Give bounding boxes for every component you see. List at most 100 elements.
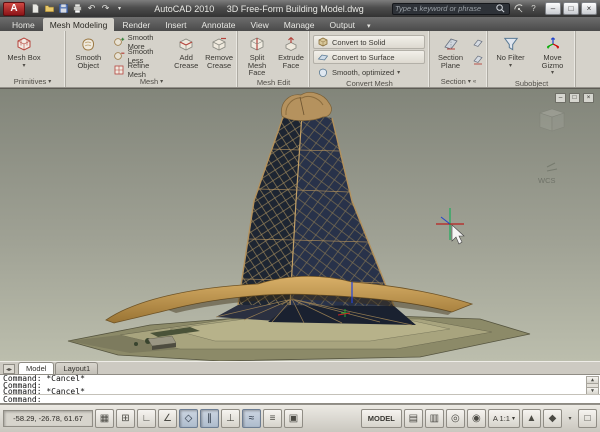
command-scrollbar[interactable]: ▲ ▼ <box>586 376 599 395</box>
convert-to-solid-button[interactable]: Convert to Solid <box>313 35 425 49</box>
new-file-icon[interactable] <box>29 2 42 15</box>
smooth-optimized-dropdown[interactable]: Smooth, optimized ▾ <box>313 65 425 79</box>
wcs-indicator[interactable]: WCS <box>538 163 557 185</box>
remove-crease-button[interactable]: Remove Crease <box>203 33 235 70</box>
tab-annotate[interactable]: Annotate <box>194 18 242 31</box>
search-input[interactable] <box>395 4 494 13</box>
convert-to-surface-button[interactable]: Convert to Surface <box>313 50 425 64</box>
drawing-close-button[interactable]: × <box>583 93 594 103</box>
panel-collapse-icon[interactable]: « <box>473 79 476 85</box>
tab-mesh-modeling[interactable]: Mesh Modeling <box>43 18 115 31</box>
tab-render[interactable]: Render <box>115 18 157 31</box>
smooth-optimized-label: Smooth, optimized <box>332 68 394 77</box>
convert-to-solid-label: Convert to Solid <box>332 38 385 47</box>
mouse-pointer <box>452 225 464 244</box>
ortho-toggle[interactable]: ∟ <box>137 409 156 428</box>
lwt-toggle[interactable]: ≡ <box>263 409 282 428</box>
panel-title-mesh-edit[interactable]: Mesh Edit <box>238 78 309 88</box>
panel-title-subobject[interactable]: Subobject <box>488 79 575 88</box>
help-icon[interactable]: ? <box>527 2 540 15</box>
otrack-toggle[interactable]: ∥ <box>200 409 219 428</box>
snap-toggle[interactable]: ▦ <box>95 409 114 428</box>
mesh-box-label: Mesh Box <box>7 54 40 62</box>
tab-output[interactable]: Output <box>323 18 363 31</box>
convert-to-surface-label: Convert to Surface <box>332 53 395 62</box>
application-menu-button[interactable]: A <box>3 2 25 16</box>
plot-icon[interactable] <box>71 2 84 15</box>
scroll-up-icon[interactable]: ▲ <box>587 377 598 384</box>
command-window[interactable]: Command: *Cancel* Command: Command: *Can… <box>0 374 600 404</box>
close-button[interactable]: × <box>581 2 597 15</box>
panel-title-convert-mesh[interactable]: Convert Mesh <box>310 79 429 88</box>
status-bar: -58.29, -26.78, 61.67 ▦ ⊞ ∟ ∠ ◇ ∥ ⊥ ≈ ≡ … <box>0 404 600 432</box>
tab-insert[interactable]: Insert <box>158 18 193 31</box>
qat-dropdown-icon[interactable]: ▾ <box>113 2 126 15</box>
section-plane-label: Section Plane <box>434 54 467 69</box>
scroll-down-icon[interactable]: ▼ <box>587 387 598 394</box>
split-mesh-face-icon <box>248 35 266 53</box>
drawing-viewport[interactable]: WCS – □ × <box>0 88 600 361</box>
live-section-icon[interactable] <box>470 35 485 50</box>
drawing-minimize-button[interactable]: – <box>555 93 566 103</box>
search-icon[interactable] <box>494 2 507 15</box>
drawing-window-controls: – □ × <box>555 93 594 103</box>
redo-icon[interactable]: ↷ <box>99 2 112 15</box>
drawing-restore-button[interactable]: □ <box>569 93 580 103</box>
status-menu-icon[interactable]: ▾ <box>564 409 576 428</box>
tab-home[interactable]: Home <box>5 18 42 31</box>
grid-toggle[interactable]: ⊞ <box>116 409 135 428</box>
open-file-icon[interactable] <box>43 2 56 15</box>
steering-wheel-button[interactable]: ◎ <box>446 409 465 428</box>
annotation-scale-button[interactable]: A 1:1 ▾ <box>488 409 520 428</box>
clean-screen-button[interactable]: □ <box>578 409 597 428</box>
command-history: Command: *Cancel* Command: Command: *Can… <box>3 375 584 395</box>
panel-title-primitives[interactable]: Primitives ▾ <box>0 76 65 87</box>
subscription-center-icon[interactable] <box>512 2 525 15</box>
tab-model[interactable]: Model <box>18 362 54 374</box>
tab-layout1[interactable]: Layout1 <box>55 362 98 374</box>
annotation-visibility-button[interactable]: ▲ <box>522 409 541 428</box>
view-cube[interactable] <box>540 109 564 131</box>
annotation-scale-label: A 1:1 <box>493 414 510 423</box>
osnap-toggle[interactable]: ◇ <box>179 409 198 428</box>
panel-title-section[interactable]: Section ▾ « <box>430 76 487 87</box>
model-space-button[interactable]: MODEL <box>361 409 402 428</box>
dropdown-arrow-icon: ▾ <box>512 415 515 422</box>
tab-manage[interactable]: Manage <box>277 18 322 31</box>
dropdown-arrow-icon: ▾ <box>509 63 512 71</box>
maximize-button[interactable]: □ <box>563 2 579 15</box>
infocenter-search <box>392 3 510 15</box>
ribbon-tab-bar: Home Mesh Modeling Render Insert Annotat… <box>0 17 600 31</box>
generate-section-icon[interactable] <box>470 52 485 67</box>
panel-primitives: Mesh Box ▾ Primitives ▾ <box>0 31 66 87</box>
qp-toggle[interactable]: ▣ <box>284 409 303 428</box>
quick-view-drawings-button[interactable]: ▥ <box>425 409 444 428</box>
ribbon-empty-area <box>576 31 600 87</box>
refine-mesh-button[interactable]: Refine Mesh <box>110 63 170 76</box>
polar-toggle[interactable]: ∠ <box>158 409 177 428</box>
section-plane-button[interactable]: Section Plane <box>433 33 468 70</box>
mesh-box-button[interactable]: Mesh Box ▾ <box>3 33 45 71</box>
layout-nav-icon[interactable]: ◂▸ <box>3 364 15 374</box>
extrude-face-button[interactable]: Extrude Face <box>275 33 307 70</box>
smooth-optimized-icon <box>317 66 329 78</box>
building-model: WCS <box>0 89 600 361</box>
quick-view-layouts-button[interactable]: ▤ <box>404 409 423 428</box>
split-mesh-face-button[interactable]: Split Mesh Face <box>241 33 273 78</box>
smooth-object-button[interactable]: Smooth Object <box>69 33 108 70</box>
ducs-toggle[interactable]: ⊥ <box>221 409 240 428</box>
command-prompt[interactable]: Command: <box>3 394 600 403</box>
ribbon-options-icon[interactable]: ▾ <box>363 20 375 31</box>
panel-title-mesh[interactable]: Mesh ▾ <box>66 76 237 87</box>
undo-icon[interactable]: ↶ <box>85 2 98 15</box>
save-icon[interactable] <box>57 2 70 15</box>
no-filter-dropdown[interactable]: No Filter ▾ <box>491 33 530 71</box>
add-crease-button[interactable]: Add Crease <box>171 33 201 70</box>
show-motion-button[interactable]: ◉ <box>467 409 486 428</box>
move-gizmo-dropdown[interactable]: Move Gizmo ▾ <box>532 33 573 79</box>
minimize-button[interactable]: – <box>545 2 561 15</box>
tab-view[interactable]: View <box>244 18 276 31</box>
annotation-autoscale-button[interactable]: ◆ <box>543 409 562 428</box>
coordinates-readout[interactable]: -58.29, -26.78, 61.67 <box>3 410 93 427</box>
dyn-toggle[interactable]: ≈ <box>242 409 261 428</box>
